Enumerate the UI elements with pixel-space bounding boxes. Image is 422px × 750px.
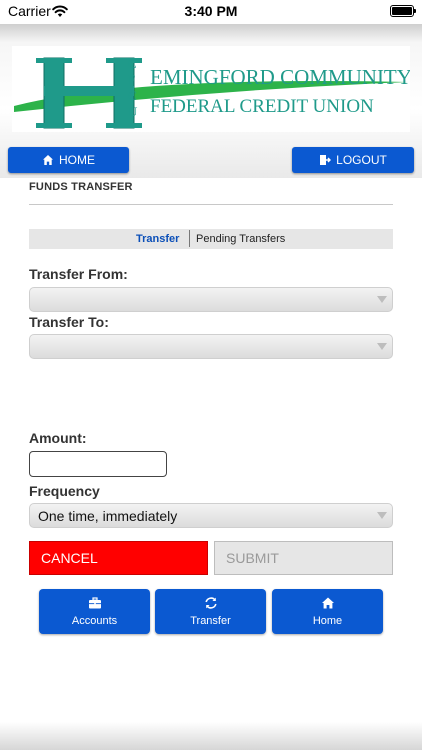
logo-line1: EMINGFORD COMMUNITY — [150, 65, 410, 89]
status-bar: Carrier 3:40 PM — [0, 0, 422, 24]
tab-divider — [189, 230, 190, 247]
logo-monogram-u: U — [128, 104, 138, 119]
transfer-tabs: Transfer Pending Transfers — [29, 229, 393, 249]
chevron-down-icon — [372, 504, 392, 527]
logout-button[interactable]: LOGOUT — [292, 147, 414, 173]
amount-input[interactable] — [29, 451, 167, 477]
home-tile-label: Home — [312, 615, 343, 627]
frequency-label: Frequency — [29, 483, 100, 499]
tab-transfer[interactable]: Transfer — [136, 233, 179, 245]
logout-icon — [320, 155, 332, 165]
battery-icon — [390, 5, 416, 17]
home-icon — [43, 155, 53, 165]
amount-label: Amount: — [29, 430, 87, 446]
clock: 3:40 PM — [184, 3, 238, 19]
home-nav-label: HOME — [59, 153, 95, 167]
home-nav-button[interactable]: HOME — [8, 147, 129, 173]
home-tile-button[interactable]: Home — [272, 589, 383, 634]
accounts-tile-label: Accounts — [71, 615, 118, 627]
logo-monogram-f: F — [128, 72, 135, 87]
chevron-down-icon — [372, 335, 392, 358]
cancel-button[interactable]: CANCEL — [29, 541, 208, 575]
transfer-from-label: Transfer From: — [29, 266, 128, 282]
frequency-value: One time, immediately — [38, 507, 178, 524]
tab-pending-transfers[interactable]: Pending Transfers — [196, 233, 285, 245]
refresh-icon — [204, 597, 217, 609]
logo-line2: FEDERAL CREDIT UNION — [150, 96, 374, 117]
logout-label: LOGOUT — [336, 153, 387, 167]
transfer-from-select[interactable] — [29, 287, 393, 312]
logo-monogram-c2: C — [128, 88, 137, 103]
frequency-select[interactable]: One time, immediately — [29, 503, 393, 528]
page-title: FUNDS TRANSFER — [29, 181, 133, 193]
accounts-tile-button[interactable]: Accounts — [39, 589, 150, 634]
home-icon — [321, 597, 334, 609]
credit-union-logo: C F C U EMINGFORD COMMUNITY FEDERAL CRED… — [12, 46, 410, 132]
logo-monogram-c1: C — [128, 56, 137, 71]
submit-button[interactable]: SUBMIT — [214, 541, 393, 575]
briefcase-icon — [88, 597, 101, 609]
transfer-to-select[interactable] — [29, 334, 393, 359]
transfer-tile-label: Transfer — [190, 615, 231, 627]
title-divider — [29, 204, 393, 205]
transfer-to-label: Transfer To: — [29, 314, 109, 330]
chevron-down-icon — [372, 288, 392, 311]
footer-band — [0, 722, 422, 750]
transfer-tile-button[interactable]: Transfer — [155, 589, 266, 634]
